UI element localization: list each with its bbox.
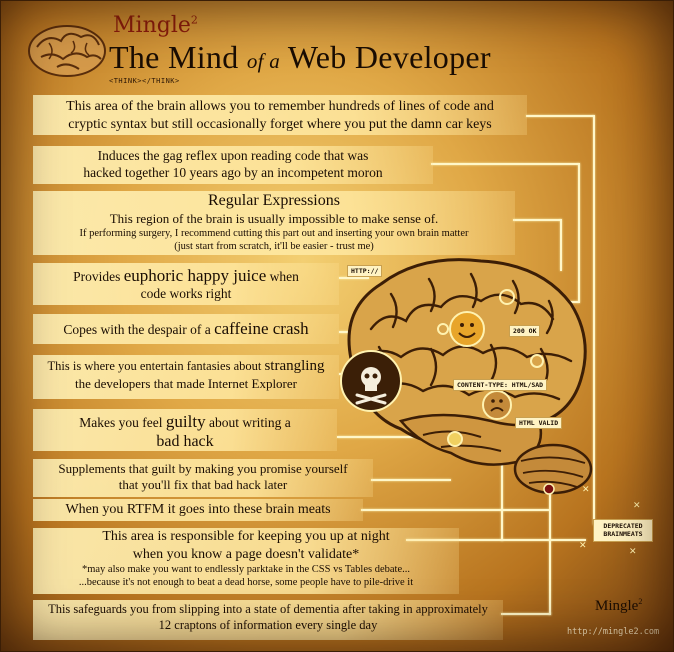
callout-memory: This area of the brain allows you to rem… <box>33 95 527 135</box>
logo-brain-icon <box>28 25 106 77</box>
connector-line <box>513 219 561 221</box>
content-type-tag: CONTENT-TYPE: HTML/SAD <box>453 379 548 391</box>
callout-gag-reflex: Induces the gag reflex upon reading code… <box>33 146 433 184</box>
callout-caffeine-crash: Copes with the despair of a caffeine cra… <box>33 314 339 344</box>
callout-strangling: This is where you entertain fantasies ab… <box>33 355 339 399</box>
connector-line <box>526 115 594 117</box>
infographic: Mingle2 The Mind of a Web Developer <THI… <box>0 0 674 652</box>
callout-happy-juice: Provides euphoric happy juice when code … <box>33 263 339 305</box>
x-marker-icon: ✕ <box>633 501 641 511</box>
x-marker-icon: ✕ <box>582 485 590 495</box>
connector-line <box>593 115 595 525</box>
callout-validate: This area is responsible for keeping you… <box>33 528 459 594</box>
deprecated-brainmeats-tag: DEPRECATED BRAINMEATS <box>593 519 653 542</box>
callout-regular-expressions: Regular Expressions This region of the b… <box>33 191 515 255</box>
http-tag: HTTP:// <box>347 265 383 277</box>
page-title: The Mind of a Web Developer <box>109 39 491 75</box>
html-valid-tag: HTML VALID <box>515 417 563 429</box>
connector-line <box>431 163 579 165</box>
think-tag: <THINK></THINK> <box>109 77 180 85</box>
callout-fix-later: Supplements that guilt by making you pro… <box>33 459 373 497</box>
callout-dementia: This safeguards you from slipping into a… <box>33 600 503 640</box>
footer-url-link[interactable]: http://mingle2.com <box>567 627 659 637</box>
x-marker-icon: ✕ <box>629 547 637 557</box>
ok-tag: 200 OK <box>509 325 541 337</box>
brand-name: Mingle2 <box>113 13 198 38</box>
connector-line <box>501 613 551 615</box>
footer-brand: Mingle2 <box>595 597 643 614</box>
connector-line <box>361 509 549 511</box>
x-marker-icon: ✕ <box>579 541 587 551</box>
connector-line <box>549 491 551 615</box>
callout-guilty: Makes you feel guilty about writing a ba… <box>33 409 337 451</box>
callout-rtfm: When you RTFM it goes into these brain m… <box>33 499 363 521</box>
